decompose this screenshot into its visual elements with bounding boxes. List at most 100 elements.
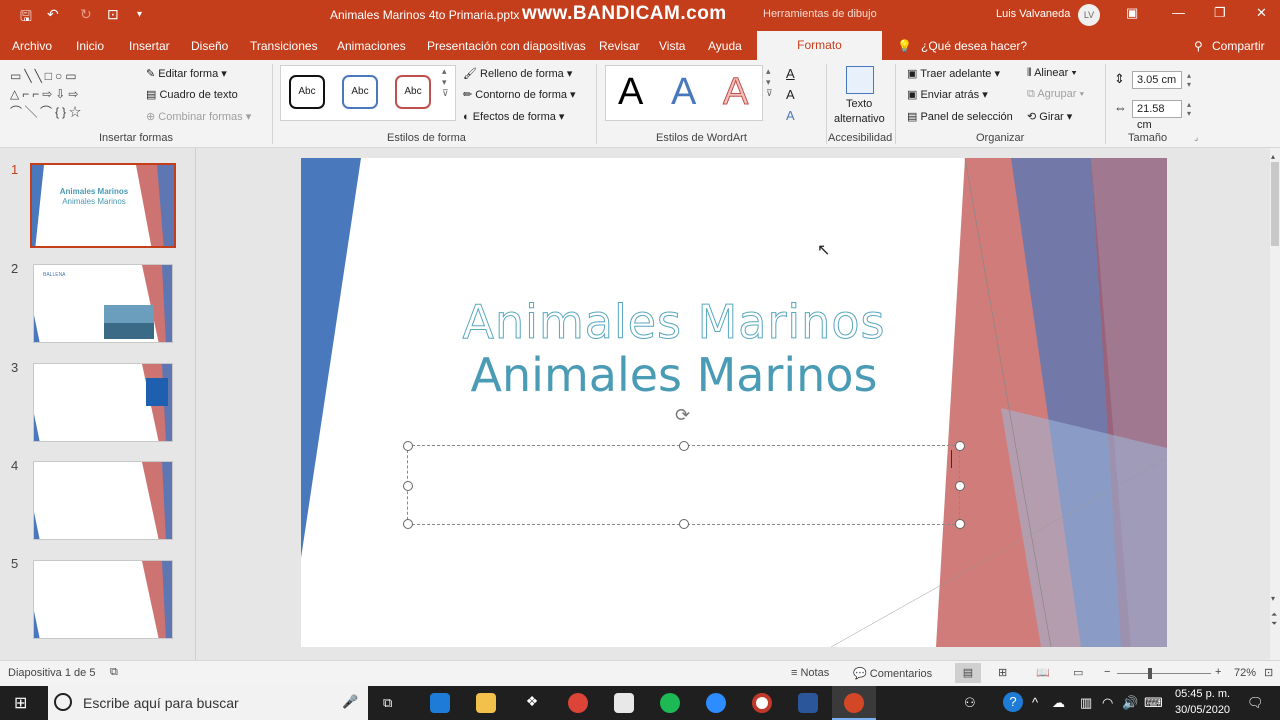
merge-shapes-button[interactable]: ⊕ Combinar formas ▾ xyxy=(146,110,251,123)
tab-inicio[interactable]: Inicio xyxy=(76,39,104,53)
scroll-thumb[interactable] xyxy=(1271,162,1279,246)
slide-sorter-icon[interactable]: ⊞ xyxy=(998,666,1007,679)
people-icon[interactable]: ⚇ xyxy=(964,695,976,711)
text-box-button[interactable]: ▤ Cuadro de texto xyxy=(146,88,238,101)
microphone-icon[interactable]: 🎤 xyxy=(342,694,358,710)
file-explorer-icon[interactable] xyxy=(476,693,496,713)
group-button[interactable]: ⧉ Agrupar ▾ xyxy=(1027,88,1084,101)
send-backward-button[interactable]: ▣ Enviar atrás ▾ xyxy=(907,88,988,101)
clock-date[interactable]: 30/05/2020 xyxy=(1175,704,1230,716)
windows-start-icon[interactable]: ⊞ xyxy=(14,693,27,713)
height-spinner[interactable]: ▴ ▾ xyxy=(1187,71,1191,89)
maximize-icon[interactable]: ❐ xyxy=(1214,5,1226,21)
normal-view-icon[interactable]: ▤ xyxy=(955,663,981,683)
present-icon[interactable]: ⊡ xyxy=(107,6,119,23)
shape-style-black[interactable]: Abc xyxy=(289,75,325,109)
zoom-level[interactable]: 72% xyxy=(1234,667,1256,679)
wifi-icon[interactable]: ◠ xyxy=(1102,695,1113,711)
resize-handle[interactable] xyxy=(403,481,413,491)
save-icon[interactable]: 🖫 xyxy=(20,6,32,30)
dropbox-icon[interactable]: ❖ xyxy=(522,693,542,713)
keyboard-icon[interactable]: ⌨ xyxy=(1144,695,1163,711)
tray-chevron-icon[interactable]: ^ xyxy=(1032,695,1038,710)
chrome-icon[interactable] xyxy=(568,693,588,713)
alt-text-button[interactable]: Texto xyxy=(846,98,872,110)
text-fill-icon[interactable]: A xyxy=(786,66,795,81)
shape-height-input[interactable]: 3.05 cm xyxy=(1132,71,1182,89)
image-icon[interactable] xyxy=(846,66,874,94)
notifications-icon[interactable]: 🗨 xyxy=(1247,695,1264,711)
powerpoint-taskbar-button[interactable] xyxy=(832,686,876,720)
accessibility-check-icon[interactable]: ⧉ xyxy=(110,666,118,679)
record-icon[interactable] xyxy=(752,693,772,713)
slide-title[interactable]: Animales Marinos xyxy=(301,295,1047,350)
task-view-icon[interactable]: ⧉ xyxy=(383,695,392,711)
resize-handle[interactable] xyxy=(955,441,965,451)
resize-handle[interactable] xyxy=(955,481,965,491)
resize-handle[interactable] xyxy=(955,519,965,529)
tab-formato[interactable]: Formato xyxy=(757,31,882,60)
text-outline-icon[interactable]: A xyxy=(786,87,795,102)
shapes-gallery[interactable]: ▭╲╲□○▭ △⌐⌐⇨⇩⇨ ⌒╲⌒{}☆ xyxy=(10,67,122,121)
redo-icon[interactable]: ↻ xyxy=(80,6,92,23)
taskbar-search-box[interactable]: Escribe aquí para buscar 🎤 xyxy=(48,686,368,720)
store-icon[interactable] xyxy=(614,693,634,713)
scroll-down-icon[interactable]: ▾ xyxy=(1271,594,1275,603)
scroll-up-icon[interactable]: ▴ xyxy=(1271,152,1275,161)
slide-thumbnail-3[interactable] xyxy=(33,363,173,442)
edit-shape-button[interactable]: ✎ Editar forma ▾ xyxy=(146,67,227,80)
word-icon[interactable] xyxy=(798,693,818,713)
bring-forward-button[interactable]: ▣ Traer adelante ▾ xyxy=(907,67,1000,80)
resize-handle[interactable] xyxy=(403,441,413,451)
selected-text-box[interactable] xyxy=(407,445,960,525)
tab-revisar[interactable]: Revisar xyxy=(599,39,640,53)
rotate-button[interactable]: ⟲ Girar ▾ xyxy=(1027,110,1072,123)
zoom-slider[interactable] xyxy=(1117,673,1211,674)
tab-archivo[interactable]: Archivo xyxy=(12,39,52,53)
tab-animaciones[interactable]: Animaciones xyxy=(337,39,406,53)
zoom-in-icon[interactable]: + xyxy=(1215,666,1221,678)
reading-view-icon[interactable]: 📖 xyxy=(1036,666,1050,679)
shape-fill-button[interactable]: 🖌 Relleno de forma ▾ xyxy=(463,67,572,80)
wordart-black[interactable]: A xyxy=(618,73,643,111)
shape-style-blue[interactable]: Abc xyxy=(342,75,378,109)
onedrive-icon[interactable]: ☁ xyxy=(1052,695,1065,711)
teamviewer-icon[interactable] xyxy=(706,693,726,713)
tab-presentacion[interactable]: Presentación con diapositivas xyxy=(427,39,586,53)
share-button[interactable]: Compartir xyxy=(1212,39,1265,53)
tab-diseno[interactable]: Diseño xyxy=(191,39,228,53)
slide-thumbnail-4[interactable] xyxy=(33,461,173,540)
wordart-scroll-icon[interactable]: ▴ ▾ ⊽ xyxy=(766,66,773,99)
slideshow-icon[interactable]: ▭ xyxy=(1073,666,1083,679)
customize-toolbar-icon[interactable]: ▾ xyxy=(137,9,142,20)
volume-icon[interactable]: 🔊 xyxy=(1122,695,1138,711)
wordart-blue[interactable]: A xyxy=(671,73,696,111)
tab-vista[interactable]: Vista xyxy=(659,39,685,53)
tell-me-input[interactable]: ¿Qué desea hacer? xyxy=(921,39,1027,53)
align-button[interactable]: ⫴ Alinear ▾ xyxy=(1027,67,1077,80)
zoom-slider-thumb[interactable] xyxy=(1148,668,1152,679)
edge-icon[interactable] xyxy=(430,693,450,713)
slide-thumbnail-1[interactable]: Animales Marinos Animales Marinos xyxy=(30,163,176,248)
tab-insertar[interactable]: Insertar xyxy=(129,39,170,53)
resize-handle[interactable] xyxy=(679,519,689,529)
comments-button[interactable]: 💬 Comentarios xyxy=(853,667,932,680)
tab-ayuda[interactable]: Ayuda xyxy=(708,39,742,53)
shape-outline-button[interactable]: ✏ Contorno de forma ▾ xyxy=(463,88,576,101)
shape-style-red[interactable]: Abc xyxy=(395,75,431,109)
slide-thumbnail-2[interactable]: BALLENA xyxy=(33,264,173,343)
avatar[interactable]: LV xyxy=(1078,4,1100,26)
slide-canvas[interactable]: Animales Marinos Animales Marinos ⟳ ↖ xyxy=(301,158,1167,647)
close-icon[interactable]: ✕ xyxy=(1256,5,1267,21)
text-effects-icon[interactable]: A xyxy=(786,108,795,123)
resize-handle[interactable] xyxy=(403,519,413,529)
ribbon-display-icon[interactable]: ▣ xyxy=(1126,5,1138,21)
minimize-icon[interactable]: — xyxy=(1172,5,1185,20)
clock-time[interactable]: 05:45 p. m. xyxy=(1175,688,1230,700)
rotate-handle-icon[interactable]: ⟳ xyxy=(675,405,690,426)
tab-transiciones[interactable]: Transiciones xyxy=(250,39,318,53)
user-name[interactable]: Luis Valvaneda xyxy=(996,8,1070,20)
prev-next-slide-icon[interactable]: ⏶ ⏷ xyxy=(1271,610,1277,628)
resize-handle[interactable] xyxy=(679,441,689,451)
spotify-icon[interactable] xyxy=(660,693,680,713)
